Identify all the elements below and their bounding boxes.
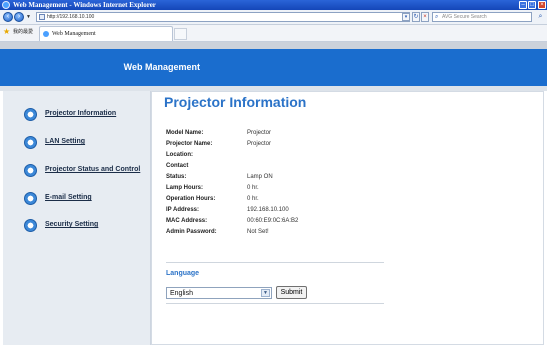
nav-bullet-icon (24, 108, 37, 121)
info-row-ip-address: IP Address: 192.168.10.100 (166, 205, 466, 215)
search-input[interactable]: ⌕ AVG Secure Search (432, 12, 532, 22)
search-placeholder: AVG Secure Search (442, 14, 487, 20)
sidebar-item-label[interactable]: Projector Status and Control (45, 166, 140, 173)
info-label: Admin Password: (166, 229, 217, 235)
sidebar-item-projector-status-and-control[interactable]: Projector Status and Control (3, 164, 150, 178)
info-row-lamp-hours: Lamp Hours: 0 hr. (166, 183, 466, 193)
info-row-admin-password: Admin Password: Not Set! (166, 227, 466, 237)
info-value: Not Set! (247, 229, 269, 235)
address-text: http://192.168.10.100 (47, 14, 95, 20)
favorites-star-icon[interactable]: ★ (3, 28, 10, 36)
info-row-projector-name: Projector Name: Projector (166, 139, 466, 149)
sidebar-item-lan-setting[interactable]: LAN Setting (3, 136, 150, 150)
maximize-button[interactable]: □ (528, 1, 536, 9)
info-value: Projector (247, 141, 272, 147)
ie-logo-icon (2, 1, 10, 9)
nav-bullet-icon (24, 164, 37, 177)
info-label: Operation Hours: (166, 196, 216, 202)
search-icon[interactable]: ⌕ (536, 12, 545, 22)
page-top-strip (0, 42, 547, 49)
info-row-contact: Contact (166, 161, 466, 171)
window-titlebar: Web Management - Windows Internet Explor… (0, 0, 547, 10)
info-row-model-name: Model Name: Projector (166, 128, 466, 138)
tab-label: Web Management (52, 31, 96, 37)
stop-icon[interactable]: × (421, 12, 429, 22)
search-provider-icon: ⌕ (435, 14, 439, 20)
address-bar[interactable]: http://192.168.10.100 (36, 12, 410, 22)
sidebar-item-projector-information[interactable]: Projector Information (3, 108, 150, 122)
info-label: Status: (166, 174, 187, 180)
info-value: Lamp ON (247, 174, 273, 180)
info-value: 00:60:E9:0C:6A:B2 (247, 218, 299, 224)
info-label: Model Name: (166, 130, 204, 136)
info-row-mac-address: MAC Address: 00:60:E9:0C:6A:B2 (166, 216, 466, 226)
banner-title: Web Management (123, 62, 200, 72)
info-value: 0 hr. (247, 196, 259, 202)
info-row-operation-hours: Operation Hours: 0 hr. (166, 194, 466, 204)
divider (166, 262, 384, 263)
forward-button[interactable]: › (14, 12, 24, 22)
sidebar-item-label[interactable]: LAN Setting (45, 138, 85, 145)
sidebar-item-email-setting[interactable]: E-mail Setting (3, 192, 150, 206)
main-content: Projector Information Model Name: Projec… (151, 91, 544, 345)
new-tab-button[interactable] (174, 28, 187, 40)
sidebar-item-security-setting[interactable]: Security Setting (3, 219, 150, 233)
info-label: MAC Address: (166, 218, 208, 224)
browser-tab[interactable]: Web Management (39, 26, 173, 41)
address-toolbar: ‹ › ▼ http://192.168.10.100 ▾ ↻ × ⌕ AVG … (0, 10, 547, 25)
language-select[interactable]: English ▼ (166, 287, 272, 299)
language-label: Language (166, 270, 200, 277)
page-title: Projector Information (164, 94, 307, 110)
info-row-location: Location: (166, 150, 466, 160)
sidebar: Projector Information LAN Setting Projec… (3, 91, 151, 345)
page-banner: Web Management (0, 49, 547, 86)
nav-bullet-icon (24, 136, 37, 149)
history-dropdown-icon[interactable]: ▼ (26, 14, 31, 20)
info-label: Contact (166, 163, 189, 169)
language-selected-value: English (170, 290, 193, 297)
info-label: IP Address: (166, 207, 200, 213)
refresh-icon[interactable]: ↻ (412, 12, 420, 22)
window-title: Web Management - Windows Internet Explor… (13, 1, 156, 9)
nav-bullet-icon (24, 219, 37, 232)
nav-bullet-icon (24, 192, 37, 205)
address-dropdown-icon[interactable]: ▾ (402, 13, 410, 21)
info-label: Projector Name: (166, 141, 213, 147)
info-value: Projector (247, 130, 272, 136)
sidebar-item-label[interactable]: Security Setting (45, 221, 98, 228)
minimize-button[interactable]: – (519, 1, 527, 9)
sidebar-item-label[interactable]: E-mail Setting (45, 194, 92, 201)
back-button[interactable]: ‹ (3, 12, 13, 22)
info-label: Location: (166, 152, 193, 158)
info-value: 0 hr. (247, 185, 259, 191)
sidebar-item-label[interactable]: Projector Information (45, 110, 116, 117)
close-button[interactable]: × (538, 1, 546, 9)
favorites-bar: ★ 我的最愛 Web Management (0, 25, 547, 42)
page-icon (39, 14, 45, 20)
favorites-label[interactable]: 我的最愛 (13, 28, 33, 36)
divider (166, 303, 384, 304)
chevron-down-icon[interactable]: ▼ (261, 289, 270, 297)
info-label: Lamp Hours: (166, 185, 204, 191)
info-row-status: Status: Lamp ON (166, 172, 466, 182)
info-value: 192.168.10.100 (247, 207, 289, 213)
submit-button[interactable]: Submit (276, 286, 307, 299)
tab-ie-icon (43, 31, 49, 37)
